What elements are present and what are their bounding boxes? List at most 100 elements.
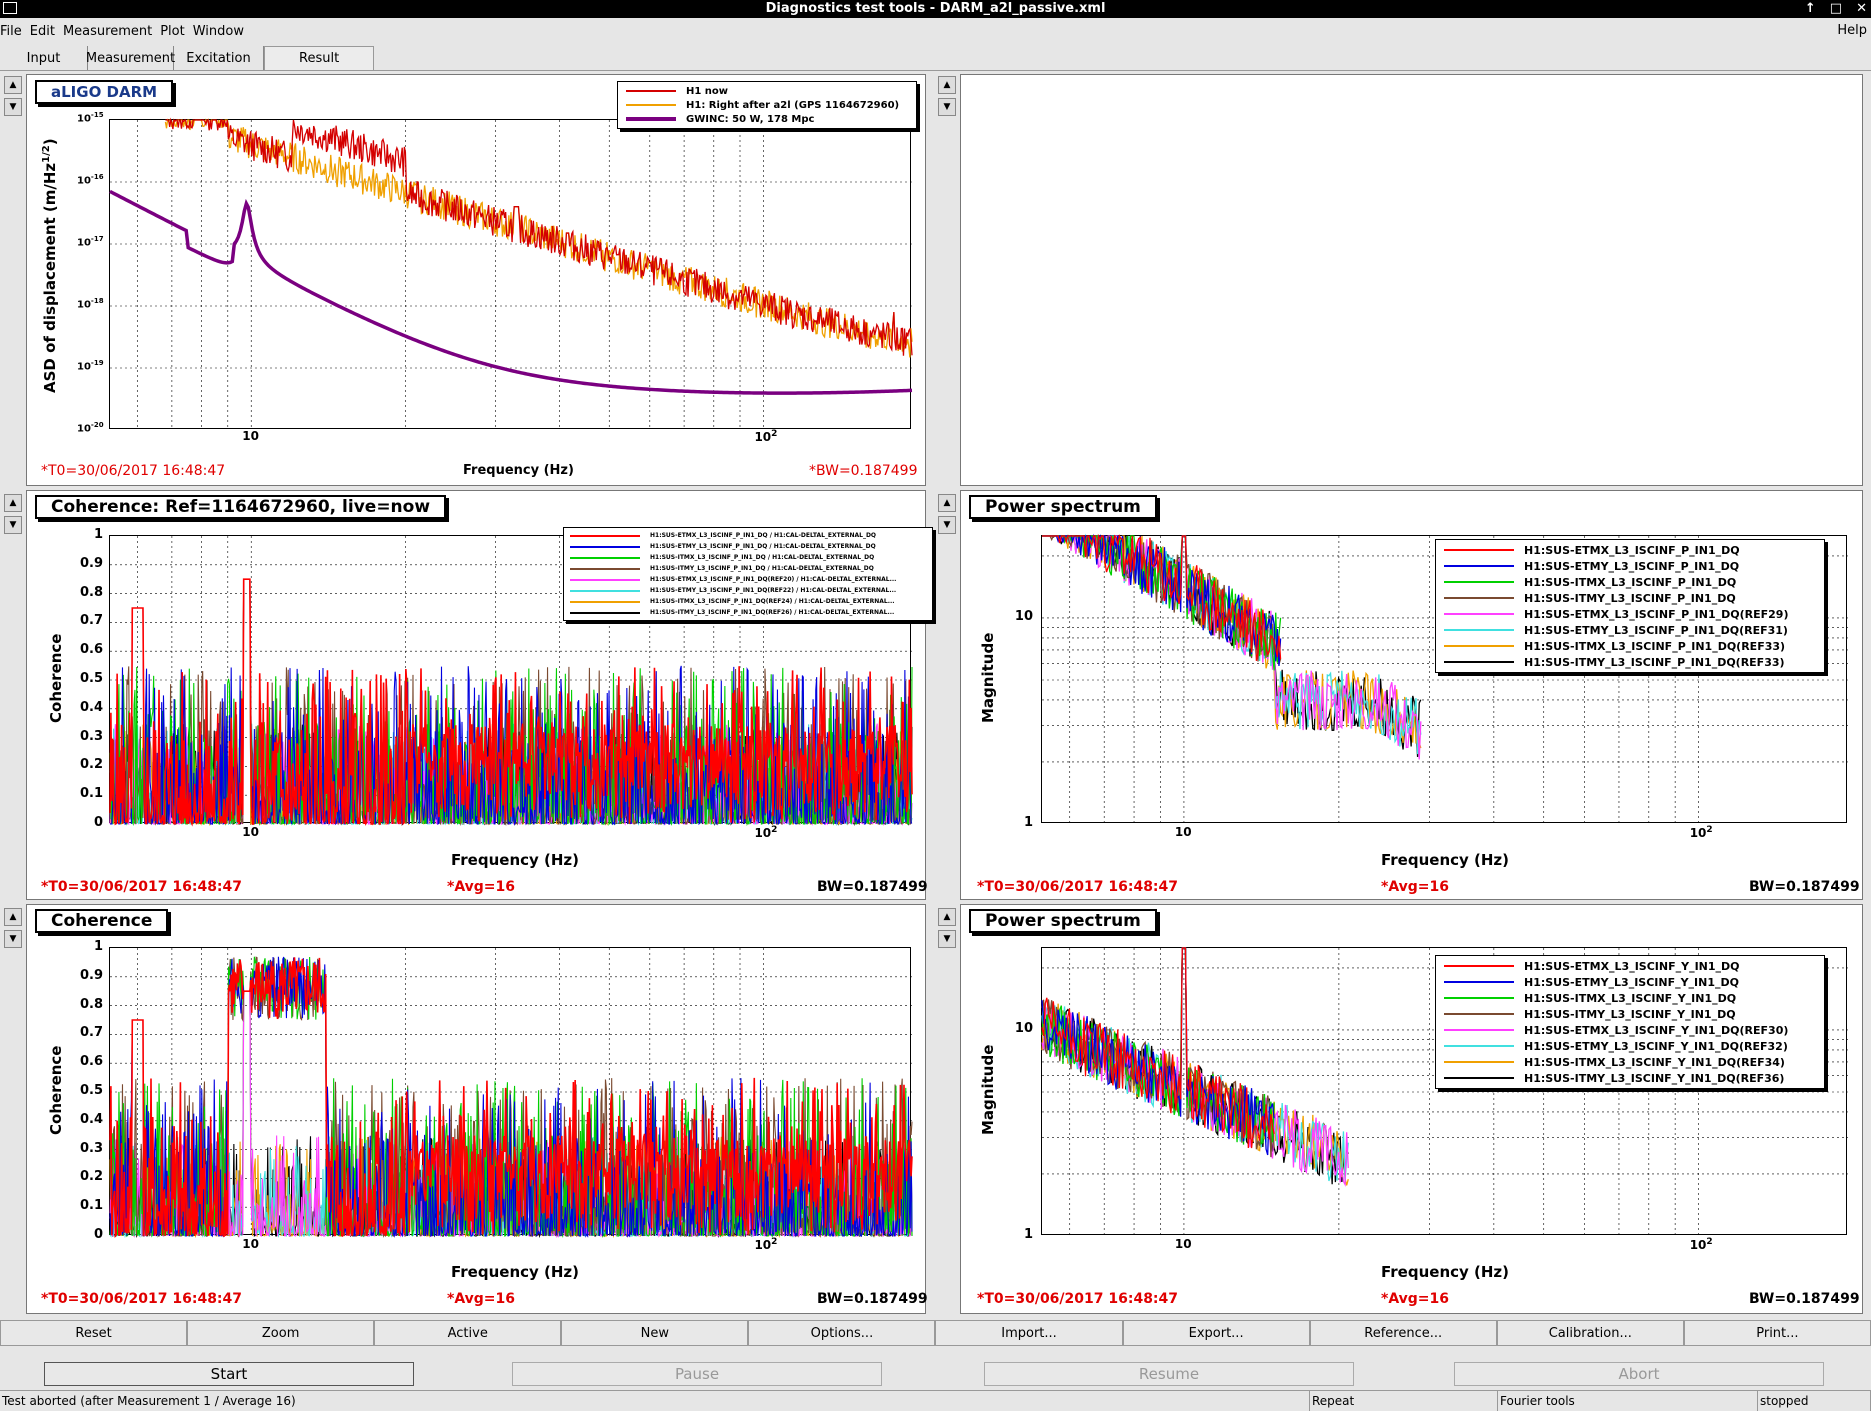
coherence-y-title: Coherence: [35, 909, 169, 933]
nav-up-icon[interactable]: ▲: [4, 494, 22, 512]
power-spectrum-p-x-label: Frequency (Hz): [1381, 851, 1510, 869]
legend-label: H1:SUS-ETMX_L3_ISCINF_Y_IN1_DQ: [1524, 959, 1740, 973]
coherence-p-pane[interactable]: Coherence: Ref=1164672960, live=now 1 0.9…: [26, 490, 933, 900]
active-button[interactable]: Active: [374, 1320, 562, 1346]
menu-measurement[interactable]: Measurement: [63, 24, 160, 39]
menu-plot[interactable]: Plot: [160, 24, 193, 39]
tab-bar: Input Measurement Excitation Result: [0, 46, 375, 72]
grid: [110, 120, 912, 430]
darm-title: aLIGO DARM: [35, 80, 174, 104]
menu-window[interactable]: Window: [193, 24, 252, 39]
power-spectrum-y-avg: *Avg=16: [1381, 1291, 1450, 1307]
zoom-button[interactable]: Zoom: [187, 1320, 375, 1346]
tab-result[interactable]: Result: [264, 46, 375, 70]
status-bar: Test aborted (after Measurement 1 / Aver…: [0, 1390, 1871, 1411]
legend-entry: H1:SUS-ITMY_L3_ISCINF_P_IN1_DQ(REF26) / …: [570, 607, 926, 618]
window-titlebar: Diagnostics test tools - DARM_a2l_passiv…: [0, 0, 1871, 18]
legend-swatch: [1444, 1045, 1514, 1047]
legend-label: H1:SUS-ETMY_L3_ISCINF_P_IN1_DQ: [1524, 559, 1740, 573]
nav-down-icon[interactable]: ▼: [4, 516, 22, 534]
calibration-button[interactable]: Calibration...: [1496, 1320, 1684, 1346]
coherence-y-y-label: Coherence: [47, 1045, 65, 1135]
legend-swatch: [1444, 1013, 1514, 1015]
window-menu-icon[interactable]: [3, 2, 17, 14]
reference-button[interactable]: Reference...: [1309, 1320, 1497, 1346]
legend-label: GWINC: 50 W, 178 Mpc: [686, 113, 815, 125]
nav-down-icon[interactable]: ▼: [938, 516, 956, 534]
power-spectrum-y-pane[interactable]: Power spectrum 10 1 10 102 Magnitude Frequ…: [960, 904, 1863, 1314]
legend-label: H1:SUS-ITMX_L3_ISCINF_P_IN1_DQ: [1524, 575, 1737, 589]
power-spectrum-p-pane[interactable]: Power spectrum 10 1 10 102 Magnitude Frequ…: [960, 490, 1863, 900]
tab-input[interactable]: Input: [0, 46, 88, 70]
export-button[interactable]: Export...: [1122, 1320, 1310, 1346]
pad-nav-left-1: ▲ ▼: [4, 76, 24, 120]
y-tick-label: 10-15: [77, 111, 104, 125]
legend-swatch: [1444, 965, 1514, 967]
x-tick-label: 102: [1689, 1237, 1713, 1252]
menu-edit[interactable]: Edit: [30, 24, 63, 39]
power-spectrum-y-bw: BW=0.187499: [1749, 1291, 1860, 1307]
power-spectrum-y-title: Power spectrum: [969, 909, 1157, 933]
legend-swatch: [1444, 581, 1514, 583]
maximize-icon[interactable]: □: [1830, 0, 1842, 18]
legend-entry: H1 now: [626, 84, 908, 98]
menu-file[interactable]: File: [0, 24, 30, 39]
reset-button[interactable]: Reset: [0, 1320, 188, 1346]
nav-down-icon[interactable]: ▼: [4, 930, 22, 948]
y-tick-label: 10-16: [77, 173, 104, 187]
empty-pane[interactable]: [960, 74, 1863, 486]
nav-up-icon[interactable]: ▲: [938, 494, 956, 512]
y-tick-label: 1: [93, 939, 103, 954]
legend-entry: H1: Right after a2l (GPS 1164672960): [626, 98, 908, 112]
legend-swatch: [1444, 629, 1514, 631]
status-repeat: Repeat: [1310, 1391, 1498, 1411]
y-tick-label: 0.2: [79, 757, 103, 773]
legend-swatch: [626, 90, 676, 92]
coherence-y-pane[interactable]: Coherence 1 0.9 0.8 0.7 0.6 0.5 0.4 0.3 0.2 0.1 0 …: [26, 904, 928, 1314]
menu-help[interactable]: Help: [1837, 23, 1867, 38]
tab-excitation[interactable]: Excitation: [174, 46, 264, 70]
nav-down-icon[interactable]: ▼: [938, 98, 956, 116]
pause-button[interactable]: Pause: [512, 1362, 882, 1386]
y-tick-label: 10-19: [77, 359, 104, 373]
nav-up-icon[interactable]: ▲: [938, 76, 956, 94]
y-tick-label: 0.5: [79, 671, 103, 686]
legend-label: H1:SUS-ETMY_L3_ISCINF_P_IN1_DQ / H1:CAL-…: [650, 543, 876, 550]
legend-swatch: [570, 611, 640, 614]
nav-up-icon[interactable]: ▲: [4, 76, 22, 94]
legend-label: H1:SUS-ITMX_L3_ISCINF_P_IN1_DQ / H1:CAL-…: [650, 554, 875, 561]
legend-swatch: [1444, 1077, 1514, 1079]
pad-nav-left-2: ▲ ▼: [4, 494, 24, 538]
power-spectrum-p-bw: BW=0.187499: [1749, 879, 1860, 895]
nav-up-icon[interactable]: ▲: [4, 908, 22, 926]
close-icon[interactable]: ✕: [1856, 0, 1867, 18]
start-button[interactable]: Start: [44, 1362, 414, 1386]
legend-label: H1:SUS-ITMY_L3_ISCINF_P_IN1_DQ(REF33): [1524, 655, 1785, 669]
tab-measurement[interactable]: Measurement: [86, 46, 175, 70]
nav-down-icon[interactable]: ▼: [4, 98, 22, 116]
options-button[interactable]: Options...: [748, 1320, 936, 1346]
coherence-y-bw: BW=0.187499: [817, 1291, 928, 1307]
abort-button[interactable]: Abort: [1454, 1362, 1824, 1386]
power-spectrum-p-y-label: Magnitude: [979, 632, 997, 723]
pad-nav-left-3: ▲ ▼: [4, 908, 24, 952]
import-button[interactable]: Import...: [935, 1320, 1123, 1346]
x-tick-label: 10: [1174, 1237, 1192, 1251]
minimize-icon[interactable]: ↑: [1805, 0, 1816, 18]
darm-plot-area[interactable]: [109, 117, 913, 430]
legend-swatch: [1444, 613, 1514, 615]
print-button[interactable]: Print...: [1683, 1320, 1871, 1346]
darm-pane[interactable]: aLIGO DARM 10-15 10-16 10-17 10-18 10-19 10-2…: [26, 74, 926, 486]
legend-swatch: [1444, 661, 1514, 663]
nav-up-icon[interactable]: ▲: [938, 908, 956, 926]
nav-down-icon[interactable]: ▼: [938, 930, 956, 948]
legend-swatch: [1444, 565, 1514, 567]
x-tick-exponent: 2: [1706, 1237, 1713, 1247]
y-tick-label: 0.8: [79, 996, 103, 1012]
new-button[interactable]: New: [561, 1320, 749, 1346]
resume-button[interactable]: Resume: [984, 1362, 1354, 1386]
legend-label: H1:SUS-ITMY_L3_ISCINF_Y_IN1_DQ: [1524, 1007, 1736, 1021]
coherence-y-plot-area[interactable]: [109, 947, 913, 1239]
y-tick-label: 0.1: [79, 1198, 103, 1214]
legend-swatch: [626, 104, 676, 106]
